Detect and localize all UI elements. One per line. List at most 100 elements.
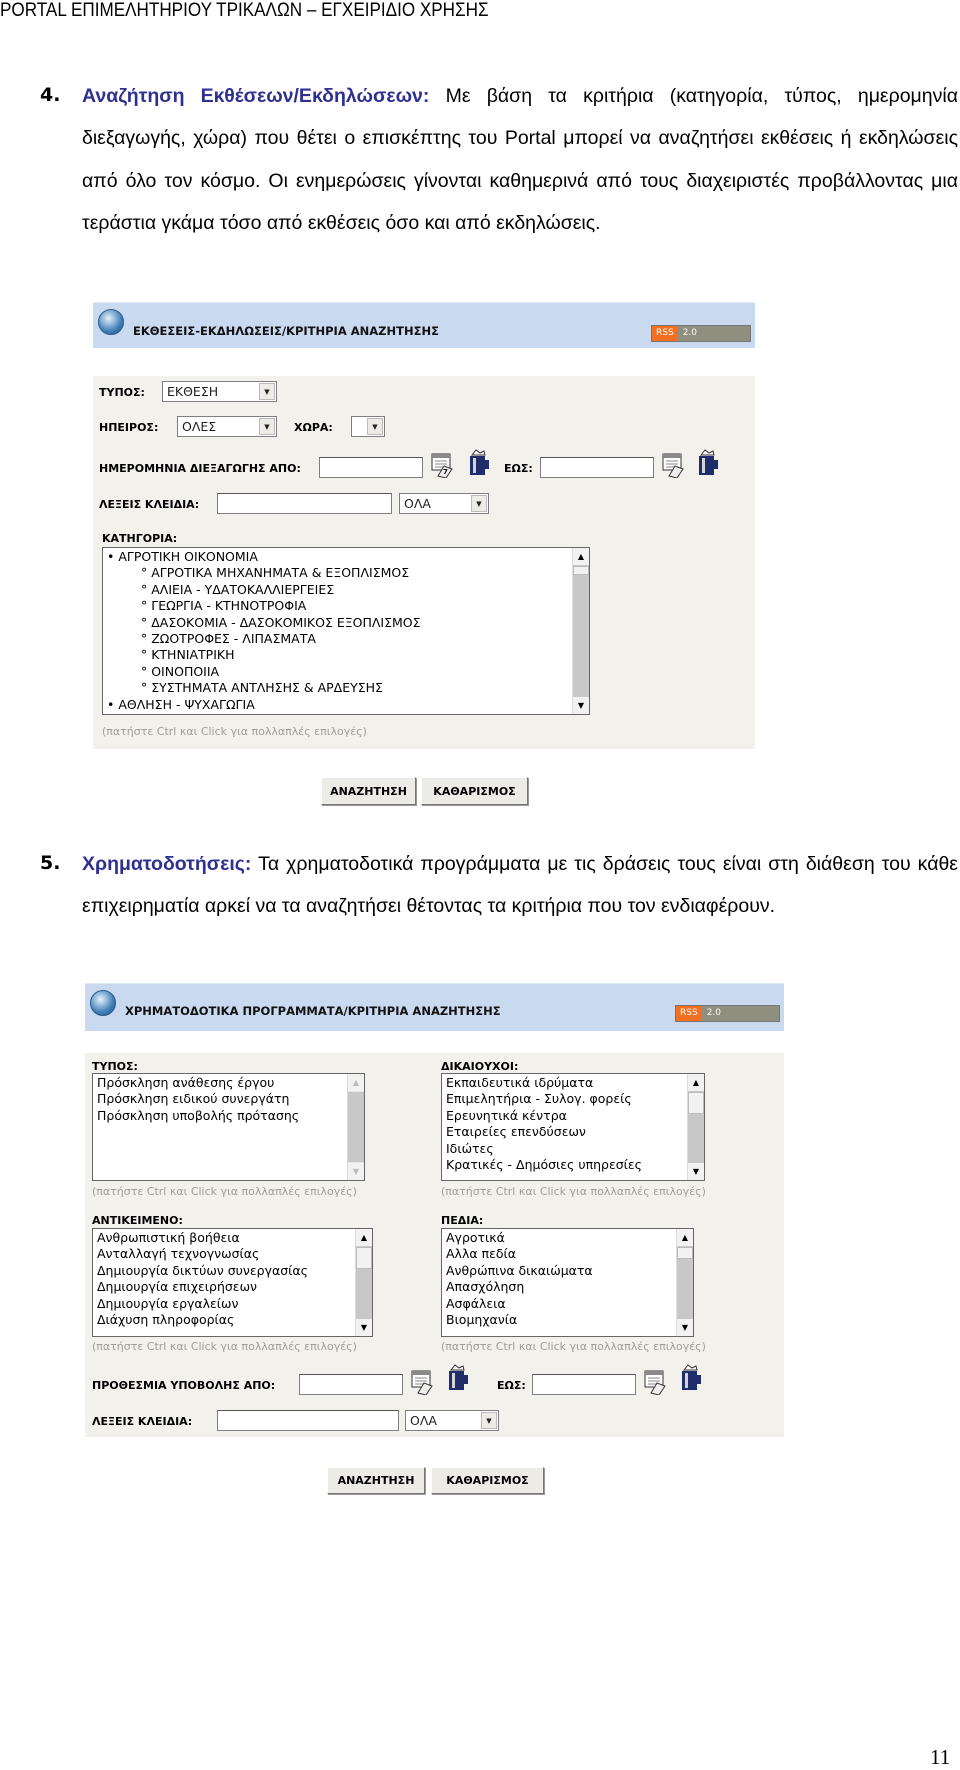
list-option[interactable]: Εκπαιδευτικά ιδρύματα	[446, 1075, 700, 1091]
keywords-mode-value: ΟΛΑ	[410, 1413, 437, 1428]
scrollbar[interactable]: ▲ ▼	[347, 1074, 364, 1180]
rss-feed-button[interactable]: RSS 2.0	[675, 1005, 780, 1022]
scroll-down-icon[interactable]: ▼	[688, 1163, 704, 1180]
clear-date-trash-icon[interactable]	[445, 1364, 471, 1396]
list-option[interactable]: Δημιουργία εργαλείων	[97, 1296, 368, 1312]
continent-select[interactable]: ΟΛΕΣ ▼	[177, 416, 277, 437]
clear-date-trash-icon[interactable]	[466, 449, 492, 481]
section-4-number: 4.	[40, 84, 61, 106]
list-option[interactable]: ° ΑΓΡΟΤΙΚΑ ΜΗΧΑΝΗΜΑΤΑ & ΕΞΟΠΛΙΣΜΟΣ	[107, 565, 585, 581]
deadline-from-input[interactable]	[299, 1374, 403, 1395]
section-5-title: Χρηματοδοτήσεις:	[82, 853, 252, 875]
scrollbar[interactable]: ▲ ▼	[355, 1229, 372, 1336]
fields-listbox[interactable]: Αγροτικά Αλλα πεδία Ανθρώπινα δικαιώματα Απ…	[441, 1228, 694, 1337]
rss-feed-button[interactable]: RSS 2.0	[651, 325, 751, 342]
scroll-up-icon[interactable]: ▲	[348, 1074, 364, 1091]
list-option[interactable]: • ΑΓΡΟΤΙΚΗ ΟΙΚΟΝΟΜΙΑ	[107, 549, 585, 565]
keywords-mode-select[interactable]: ΟΛΑ ▼	[405, 1410, 499, 1431]
scroll-track[interactable]	[348, 1092, 364, 1162]
list-option[interactable]: Εταιρείες επενδύσεων	[446, 1124, 700, 1140]
date-from-label: ΗΜΕΡΟΜΗΝΙΑ ΔΙΕΞΑΓΩΓΗΣ ΑΠΟ:	[99, 462, 301, 475]
calendar-icon[interactable]	[642, 1369, 668, 1399]
scroll-down-icon[interactable]: ▼	[356, 1319, 372, 1336]
scroll-thumb[interactable]	[688, 1092, 704, 1114]
clear-date-trash-icon[interactable]	[678, 1364, 704, 1396]
subject-listbox[interactable]: Ανθρωπιστική βοήθεια Ανταλλαγή τεχνογνωσί…	[92, 1228, 373, 1337]
deadline-to-input[interactable]	[532, 1374, 636, 1395]
search-button[interactable]: ΑΝΑΖΗΤΗΣΗ	[327, 1467, 425, 1494]
document-header: PORTAL ΕΠΙΜΕΛΗΤΗΡΙΟΥ ΤΡΙΚΑΛΩΝ – ΕΓΧΕΙΡΙΔ…	[0, 0, 489, 21]
list-option[interactable]: Ιδιώτες	[446, 1141, 700, 1157]
clear-button[interactable]: ΚΑΘΑΡΙΣΜΟΣ	[421, 777, 528, 805]
scrollbar[interactable]: ▲ ▼	[676, 1229, 693, 1336]
list-option[interactable]: Δημιουργία δικτύων συνεργασίας	[97, 1263, 368, 1279]
list-option[interactable]: Ανταλλαγή τεχνογνωσίας	[97, 1246, 368, 1262]
list-option[interactable]: Ανθρωπιστική βοήθεια	[97, 1230, 368, 1246]
list-option[interactable]: ° ΖΩΟΤΡΟΦΕΣ - ΛΙΠΑΣΜΑΤΑ	[107, 631, 585, 647]
scroll-down-icon[interactable]: ▼	[677, 1319, 693, 1336]
list-option[interactable]: Βιομηχανία	[446, 1312, 689, 1328]
keywords-input[interactable]	[217, 1410, 399, 1431]
scrollbar[interactable]: ▲ ▼	[572, 548, 589, 714]
scroll-down-icon[interactable]: ▼	[573, 697, 589, 714]
list-option[interactable]: Πρόσκληση ειδικού συνεργάτη	[97, 1091, 360, 1107]
fields-label: ΠΕΔΙΑ:	[441, 1214, 484, 1227]
funding-type-listbox[interactable]: Πρόσκληση ανάθεσης έργου Πρόσκληση ειδικο…	[92, 1073, 365, 1181]
rss-version: 2.0	[677, 326, 750, 341]
list-option[interactable]: Πρόσκληση ανάθεσης έργου	[97, 1075, 360, 1091]
scroll-thumb[interactable]	[677, 1247, 693, 1259]
keywords-label: ΛΕΞΕΙΣ ΚΛΕΙΔΙΑ:	[99, 498, 200, 511]
multi-select-hint: (πατήστε Ctrl και Click για πολλαπλές επ…	[441, 1340, 706, 1353]
rss-label: RSS	[676, 1006, 702, 1021]
list-option[interactable]: • ΑΘΛΗΣΗ - ΨΥΧΑΓΩΓΙΑ	[107, 697, 585, 713]
list-option[interactable]: Δημιουργία επιχειρήσεων	[97, 1279, 368, 1295]
scroll-up-icon[interactable]: ▲	[356, 1229, 372, 1246]
country-label: ΧΩΡΑ:	[294, 421, 333, 434]
list-option[interactable]: Επιμελητήρια - Συλογ. φορείς	[446, 1091, 700, 1107]
list-option[interactable]: Ανθρώπινα δικαιώματα	[446, 1263, 689, 1279]
list-option[interactable]: ° ΣΥΣΤΗΜΑΤΑ ΑΝΤΛΗΣΗΣ & ΑΡΔΕΥΣΗΣ	[107, 680, 585, 696]
panel-1-header: ΕΚΘΕΣΕΙΣ-ΕΚΔΗΛΩΣΕΙΣ/ΚΡΙΤΗΡΙΑ ΑΝΑΖΗΤΗΣΗΣ …	[93, 302, 755, 348]
list-option[interactable]: ° ΟΙΝΟΠΟΙΙΑ	[107, 664, 585, 680]
category-listbox[interactable]: • ΑΓΡΟΤΙΚΗ ΟΙΚΟΝΟΜΙΑ ° ΑΓΡΟΤΙΚΑ ΜΗΧΑΝΗΜΑΤ…	[102, 547, 590, 715]
scroll-thumb[interactable]	[356, 1247, 372, 1269]
list-option[interactable]: Αλλα πεδία	[446, 1246, 689, 1262]
list-option[interactable]: Απασχόληση	[446, 1279, 689, 1295]
scroll-up-icon[interactable]: ▲	[677, 1229, 693, 1246]
search-button[interactable]: ΑΝΑΖΗΤΗΣΗ	[321, 777, 416, 805]
date-to-label: ΕΩΣ:	[504, 462, 533, 475]
beneficiaries-listbox[interactable]: Εκπαιδευτικά ιδρύματα Επιμελητήρια - Συλο…	[441, 1073, 705, 1181]
scroll-up-icon[interactable]: ▲	[688, 1074, 704, 1091]
list-option[interactable]: ° ΔΑΣΟΚΟΜΙΑ - ΔΑΣΟΚΟΜΙΚΟΣ ΕΞΟΠΛΙΣΜΟΣ	[107, 615, 585, 631]
keywords-label: ΛΕΞΕΙΣ ΚΛΕΙΔΙΑ:	[92, 1415, 193, 1428]
clear-date-trash-icon[interactable]	[695, 449, 721, 481]
list-option[interactable]: ° ΚΤΗΝΙΑΤΡΙΚΗ	[107, 647, 585, 663]
list-option[interactable]: Διάχυση πληροφορίας	[97, 1312, 368, 1328]
list-option[interactable]: Κρατικές - Δημόσιες υπηρεσίες	[446, 1157, 700, 1173]
list-option[interactable]: Ερευνητικά κέντρα	[446, 1108, 700, 1124]
scroll-thumb[interactable]	[573, 566, 589, 575]
keywords-mode-select[interactable]: ΟΛΑ ▼	[399, 493, 489, 514]
scroll-down-icon[interactable]: ▼	[348, 1163, 364, 1180]
scroll-up-icon[interactable]: ▲	[573, 548, 589, 565]
date-to-input[interactable]	[540, 457, 654, 478]
list-option[interactable]: Ασφάλεια	[446, 1296, 689, 1312]
keywords-input[interactable]	[217, 493, 392, 514]
section-4-paragraph: Αναζήτηση Εκθέσεων/Εκδηλώσεων: Με βάση τ…	[82, 75, 958, 245]
rss-version: 2.0	[701, 1006, 779, 1021]
date-from-input[interactable]	[319, 457, 423, 478]
calendar-icon[interactable]	[660, 452, 686, 482]
list-option[interactable]: Αγροτικά	[446, 1230, 689, 1246]
type-select[interactable]: ΕΚΘΕΣΗ ▼	[162, 381, 277, 402]
scrollbar[interactable]: ▲ ▼	[687, 1074, 704, 1180]
list-option[interactable]: ° ΑΛΙΕΙΑ - ΥΔΑΤΟΚΑΛΛΙΕΡΓΕΙΕΣ	[107, 582, 585, 598]
calendar-icon[interactable]: 7	[429, 452, 455, 482]
globe-logo-icon	[98, 309, 124, 335]
list-option[interactable]: ° ΓΕΩΡΓΙΑ - ΚΤΗΝΟΤΡΟΦΙΑ	[107, 598, 585, 614]
page-number: 11	[930, 1745, 951, 1769]
section-5-number: 5.	[40, 852, 61, 874]
country-select[interactable]: ▼	[351, 416, 385, 437]
list-option[interactable]: Πρόσκληση υποβολής πρότασης	[97, 1108, 360, 1124]
clear-button[interactable]: ΚΑΘΑΡΙΣΜΟΣ	[431, 1467, 544, 1494]
calendar-icon[interactable]	[409, 1369, 435, 1399]
